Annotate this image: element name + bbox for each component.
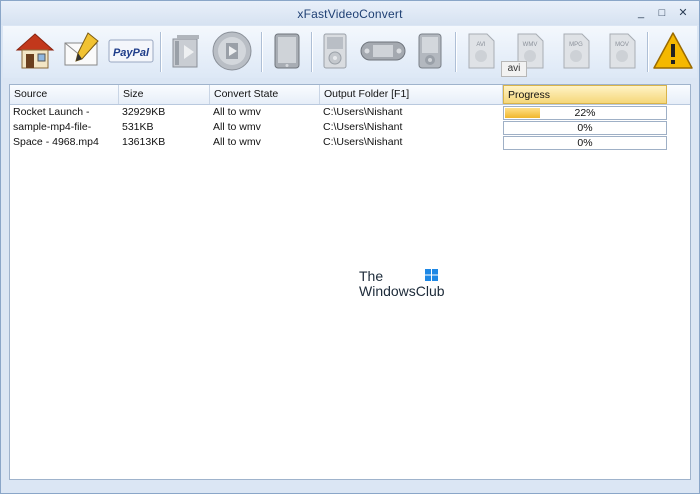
title-bar: xFastVideoConvert _ □ ✕ bbox=[1, 1, 699, 25]
toolbar: PayPal AVI WMV MPG MOV bbox=[3, 26, 697, 78]
size-cell: 13613KB bbox=[122, 136, 166, 148]
progress-bar: 22% bbox=[503, 106, 667, 120]
table-row[interactable]: Rocket Launch - 32929KB All to wmv C:\Us… bbox=[10, 106, 500, 121]
paypal-icon: PayPal bbox=[108, 39, 154, 63]
list-header: Source Size Convert State Output Folder … bbox=[10, 85, 690, 105]
output-cell: C:\Users\Nishant bbox=[323, 136, 403, 148]
state-cell: All to wmv bbox=[213, 121, 261, 133]
psp-icon bbox=[360, 41, 406, 61]
watermark-logo: The WindowsClub bbox=[359, 269, 445, 299]
play-video-button[interactable] bbox=[210, 29, 254, 73]
window-title: xFastVideoConvert bbox=[297, 7, 403, 21]
file-list: Source Size Convert State Output Folder … bbox=[9, 84, 691, 480]
ipod-icon bbox=[323, 33, 347, 69]
size-cell: 531KB bbox=[122, 121, 154, 133]
toolbar-separator bbox=[647, 32, 649, 72]
output-cell: C:\Users\Nishant bbox=[323, 106, 403, 118]
convert-avi-button[interactable]: AVI bbox=[459, 29, 503, 73]
svg-text:WMV: WMV bbox=[523, 42, 538, 48]
mpg-file-icon: MPG bbox=[563, 33, 590, 69]
avi-file-icon: AVI bbox=[468, 33, 495, 69]
progress-bar: 0% bbox=[503, 136, 667, 150]
column-header-output-folder[interactable]: Output Folder [F1] bbox=[320, 85, 503, 104]
column-header-progress[interactable]: Progress bbox=[503, 85, 667, 104]
source-cell: Space - 4968.mp4 bbox=[13, 136, 99, 148]
warning-button[interactable] bbox=[651, 29, 695, 73]
mov-file-icon: MOV bbox=[609, 33, 636, 69]
app-window: xFastVideoConvert _ □ ✕ PayPal AVI WMV M… bbox=[0, 0, 700, 494]
state-cell: All to wmv bbox=[213, 106, 261, 118]
ipad-icon bbox=[274, 33, 300, 69]
source-cell: Rocket Launch - bbox=[13, 106, 90, 118]
output-cell: C:\Users\Nishant bbox=[323, 121, 403, 133]
size-cell: 32929KB bbox=[122, 106, 166, 118]
zune-button[interactable] bbox=[408, 29, 452, 73]
column-header-convert-state[interactable]: Convert State bbox=[210, 85, 320, 104]
column-header-size[interactable]: Size bbox=[119, 85, 210, 104]
video-play-icon bbox=[212, 31, 252, 71]
zune-icon bbox=[418, 33, 442, 69]
tooltip: avi bbox=[501, 61, 527, 77]
ipod-button[interactable] bbox=[313, 29, 357, 73]
windows-flag-icon bbox=[425, 269, 438, 281]
svg-text:MPG: MPG bbox=[569, 42, 583, 48]
table-row[interactable]: sample-mp4-file- 531KB All to wmv C:\Use… bbox=[10, 121, 500, 136]
psp-button[interactable] bbox=[358, 29, 408, 73]
add-video-button[interactable] bbox=[165, 29, 209, 73]
toolbar-separator bbox=[455, 32, 457, 72]
state-cell: All to wmv bbox=[213, 136, 261, 148]
watermark-line-2: WindowsClub bbox=[359, 283, 445, 299]
source-cell: sample-mp4-file- bbox=[13, 121, 92, 133]
warning-icon bbox=[653, 32, 693, 69]
convert-mov-button[interactable]: MOV bbox=[600, 29, 644, 73]
convert-mpg-button[interactable]: MPG bbox=[554, 29, 598, 73]
svg-text:AVI: AVI bbox=[476, 42, 486, 48]
paypal-button[interactable]: PayPal bbox=[107, 29, 155, 73]
svg-text:PayPal: PayPal bbox=[113, 47, 150, 59]
toolbar-separator bbox=[160, 32, 162, 72]
edit-mail-icon bbox=[64, 32, 99, 66]
close-button[interactable]: ✕ bbox=[676, 7, 690, 19]
progress-text: 0% bbox=[577, 122, 593, 134]
home-icon bbox=[15, 33, 55, 69]
column-header-source[interactable]: Source bbox=[10, 85, 119, 104]
progress-text: 22% bbox=[574, 107, 596, 119]
edit-mail-button[interactable] bbox=[60, 29, 104, 73]
svg-text:MOV: MOV bbox=[615, 42, 629, 48]
toolbar-separator bbox=[261, 32, 263, 72]
maximize-button[interactable]: □ bbox=[655, 7, 669, 19]
minimize-button[interactable]: _ bbox=[634, 7, 648, 19]
progress-text: 0% bbox=[577, 137, 593, 149]
home-button[interactable] bbox=[13, 29, 57, 73]
table-row[interactable]: Space - 4968.mp4 13613KB All to wmv C:\U… bbox=[10, 136, 500, 151]
ipad-button[interactable] bbox=[265, 29, 309, 73]
progress-bar: 0% bbox=[503, 121, 667, 135]
video-add-icon bbox=[172, 35, 199, 68]
